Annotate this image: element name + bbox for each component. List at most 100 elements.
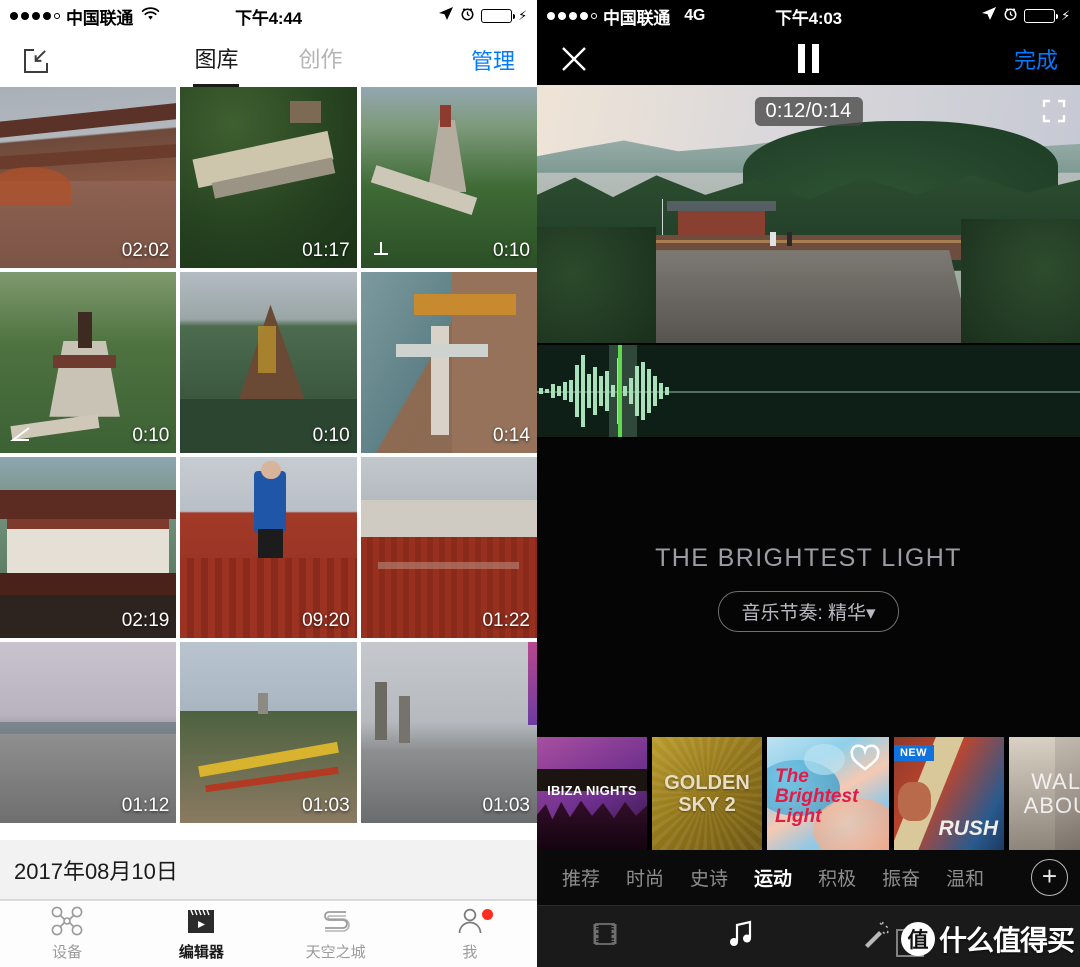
video-duration: 02:02: [121, 240, 170, 261]
location-arrow-icon: [981, 6, 997, 26]
gallery-item[interactable]: 0:10: [0, 272, 177, 453]
video-duration: 01:03: [302, 795, 350, 816]
gallery-item[interactable]: 02:02: [0, 87, 177, 268]
gallery-item[interactable]: 01:03: [360, 642, 537, 823]
waveform-bar: [641, 362, 645, 420]
waveform-bar: [551, 384, 555, 398]
preview-foliage-left: [537, 226, 657, 343]
battery-charging-icon: [1024, 9, 1059, 23]
gallery-item[interactable]: 01:12: [0, 642, 177, 823]
preview-roof: [667, 201, 776, 212]
bottom-tab-bar: 设备 编辑器 天空之城 我: [0, 900, 537, 967]
magic-wand-icon: [861, 920, 891, 953]
album-item[interactable]: NEW RUSH: [894, 737, 1004, 850]
battery-charging-icon: [481, 9, 516, 23]
waveform-selection-window: [609, 345, 637, 437]
music-editor-screen: 中国联通 4G 下午4:03 ⚡ 完成 0:12/0:14 THE BRIGHT…: [537, 0, 1080, 967]
fullscreen-expand-icon[interactable]: [1042, 99, 1066, 123]
playback-time-badge: 0:12/0:14: [754, 97, 863, 126]
manage-button[interactable]: 管理: [471, 44, 515, 76]
video-duration: 0:10: [493, 240, 530, 261]
waveform-bar: [665, 387, 669, 395]
genre-tab-recommended[interactable]: 推荐: [549, 864, 613, 891]
gallery-item[interactable]: 01:22: [360, 457, 537, 638]
waveform-bar: [653, 376, 657, 406]
alarm-clock-icon: [1003, 6, 1018, 26]
genre-tab-sport[interactable]: 运动: [741, 864, 805, 891]
album-item[interactable]: IBIZA NIGHTS: [537, 737, 647, 850]
favorite-heart-icon[interactable]: [849, 744, 881, 772]
genre-tab-fashion[interactable]: 时尚: [613, 864, 677, 891]
tab-label: 编辑器: [178, 944, 224, 961]
status-bar-indicators: ⚡: [438, 6, 527, 26]
video-duration: 01:03: [482, 795, 530, 816]
audio-waveform[interactable]: [537, 343, 1080, 439]
album-title: GOLDEN SKY 2: [664, 771, 750, 816]
video-preview[interactable]: 0:12/0:14: [537, 85, 1080, 343]
tab-gallery[interactable]: 图库: [194, 42, 238, 78]
album-carousel[interactable]: IBIZA NIGHTS GOLDEN SKY 2 The Brightest …: [537, 737, 1080, 850]
status-bar-right: 中国联通 4G 下午4:03 ⚡: [537, 0, 1080, 32]
waveform-bar: [539, 388, 543, 394]
preview-foliage-right: [960, 219, 1080, 343]
date-header: 2017年08月10日: [0, 840, 537, 900]
gallery-tabs: 图库 创作: [0, 42, 537, 78]
gallery-item[interactable]: 02:19: [0, 457, 177, 638]
album-item-selected[interactable]: The Brightest Light: [767, 737, 889, 850]
film-clapper-icon: [186, 906, 216, 936]
toolbar-music-button[interactable]: [673, 919, 809, 954]
editor-toolbar: 值 什么值得买: [537, 905, 1080, 967]
tab-skypixel[interactable]: 天空之城: [269, 901, 403, 967]
video-duration: 0:10: [312, 425, 350, 446]
preview-cliff: [602, 250, 972, 343]
gallery-screen: 中国联通 下午4:44 ⚡ 图库 创作 管理 02:02 01:17 0:10 …: [0, 0, 537, 967]
video-gallery-grid[interactable]: 02:02 01:17 0:10 0:10 0:10 0:14 02:19 09…: [0, 87, 537, 840]
video-duration: 02:19: [121, 610, 170, 631]
video-duration: 0:10: [132, 425, 170, 446]
tab-label: 我: [462, 944, 478, 961]
genre-tab-gentle[interactable]: 温和: [933, 864, 997, 891]
album-title: IBIZA NIGHTS: [547, 783, 637, 799]
video-duration: 01:17: [302, 240, 350, 261]
genre-tab-uplifting[interactable]: 振奋: [869, 864, 933, 891]
genre-tab-positive[interactable]: 积极: [805, 864, 869, 891]
waveform-bar: [581, 355, 585, 427]
notification-badge: [481, 909, 493, 920]
toolbar-clips-button[interactable]: [537, 920, 673, 953]
music-tempo-selector[interactable]: 音乐节奏: 精华▾: [718, 591, 899, 632]
waveform-bar: [563, 382, 567, 400]
tab-me[interactable]: 我: [403, 901, 537, 967]
skypixel-s-icon: [320, 906, 352, 936]
charging-bolt-icon: ⚡: [1061, 8, 1070, 23]
angle-marker-icon: [10, 427, 30, 441]
video-duration: 09:20: [302, 610, 350, 631]
gallery-item[interactable]: 0:10: [180, 272, 357, 453]
music-tempo-label: 音乐节奏: 精华: [741, 603, 866, 624]
import-arrow-icon[interactable]: [22, 45, 52, 75]
upload-marker-icon: [373, 242, 388, 255]
new-badge: NEW: [894, 745, 934, 761]
tab-editor[interactable]: 编辑器: [134, 901, 268, 967]
tab-create[interactable]: 创作: [299, 42, 343, 78]
gallery-item[interactable]: 0:10: [360, 87, 537, 268]
album-item[interactable]: WALK ABOUT: [1009, 737, 1080, 850]
pause-icon[interactable]: [537, 44, 1080, 73]
album-title: RUSH: [938, 816, 998, 840]
waveform-playhead[interactable]: [618, 345, 622, 437]
waveform-bar: [659, 383, 663, 399]
preview-people: [786, 232, 792, 247]
tab-device[interactable]: 设备: [0, 901, 134, 967]
plus-circle-icon[interactable]: +: [1031, 859, 1068, 896]
waveform-bar: [557, 386, 561, 396]
music-note-icon: [727, 919, 755, 954]
status-bar-indicators: ⚡: [981, 6, 1070, 26]
genre-tab-epic[interactable]: 史诗: [677, 864, 741, 891]
gallery-item[interactable]: 09:20: [180, 457, 357, 638]
charging-bolt-icon: ⚡: [518, 8, 527, 23]
gallery-item[interactable]: 01:17: [180, 87, 357, 268]
album-item[interactable]: GOLDEN SKY 2: [652, 737, 762, 850]
genre-tab-row[interactable]: 推荐 时尚 史诗 运动 积极 振奋 温和 +: [537, 850, 1080, 905]
watermark-text: 什么值得买: [938, 925, 1075, 956]
gallery-item[interactable]: 01:03: [180, 642, 357, 823]
gallery-item[interactable]: 0:14: [360, 272, 537, 453]
